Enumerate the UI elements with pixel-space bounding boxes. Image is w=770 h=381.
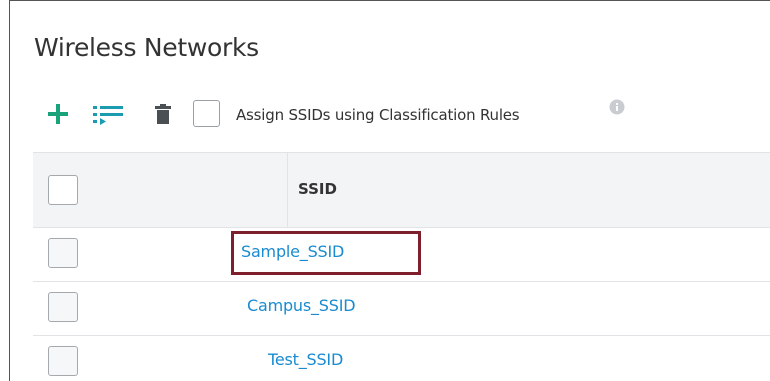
trash-icon[interactable] (154, 97, 172, 131)
ssid-link[interactable]: Sample_SSID (241, 242, 344, 261)
assign-ssids-label: Assign SSIDs using Classification Rules (236, 106, 520, 124)
row-checkbox[interactable] (48, 292, 78, 322)
row-checkbox[interactable] (48, 346, 78, 376)
ssid-link[interactable]: Campus_SSID (247, 296, 356, 315)
list-arrow-icon[interactable] (92, 97, 126, 131)
toolbar: Assign SSIDs using Classification Rules (10, 97, 770, 131)
row-checkbox[interactable] (48, 238, 78, 268)
ssid-link[interactable]: Test_SSID (268, 350, 343, 369)
table-row: Test_SSID (33, 336, 770, 381)
assign-ssids-checkbox[interactable] (193, 100, 220, 127)
table-header: SSID (33, 152, 770, 229)
column-divider (287, 153, 288, 229)
column-header-ssid[interactable]: SSID (298, 180, 337, 198)
ssid-table: SSID Sample_SSID Campus_SSID Test_SSID (33, 152, 770, 381)
select-all-checkbox[interactable] (48, 175, 78, 205)
table-row: Sample_SSID (33, 228, 770, 282)
info-icon[interactable] (609, 99, 625, 115)
page-title: Wireless Networks (34, 33, 259, 62)
add-icon[interactable] (46, 97, 70, 131)
table-row: Campus_SSID (33, 282, 770, 336)
wireless-networks-panel: Wireless Networks Assign SSIDs using Cla… (9, 0, 770, 381)
